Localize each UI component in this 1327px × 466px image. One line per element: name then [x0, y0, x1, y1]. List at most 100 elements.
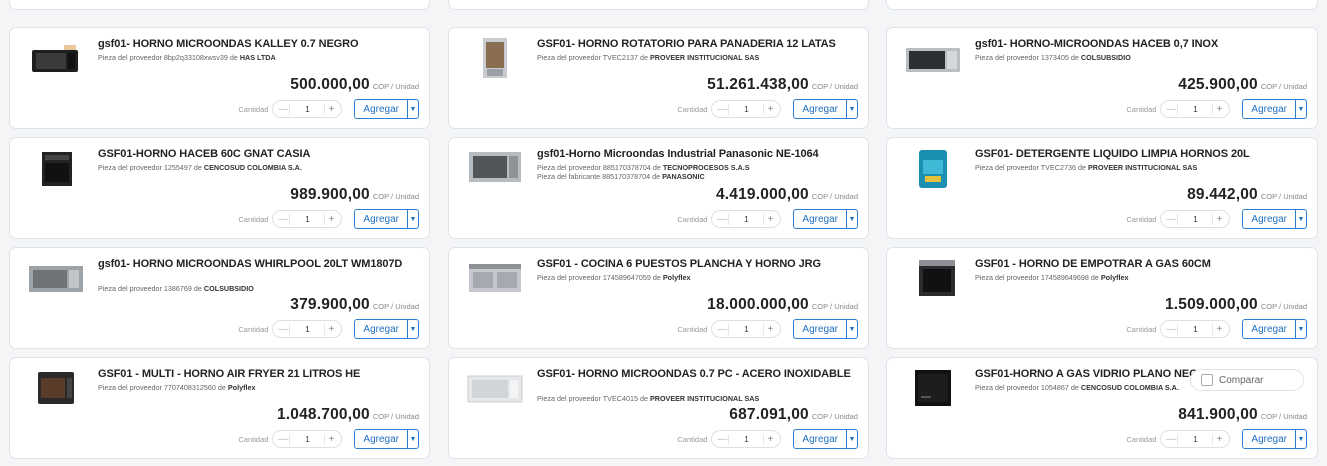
chevron-down-icon[interactable]: ▼ — [846, 210, 857, 228]
decrease-button[interactable]: — — [1165, 323, 1179, 335]
increase-button[interactable]: + — [763, 433, 776, 445]
increase-button[interactable]: + — [1212, 213, 1225, 225]
product-image[interactable] — [26, 36, 86, 80]
decrease-button[interactable]: — — [277, 103, 291, 115]
quantity-input[interactable]: 1 — [1193, 215, 1197, 224]
increase-button[interactable]: + — [763, 323, 776, 335]
decrease-button[interactable]: — — [716, 433, 730, 445]
chevron-down-icon[interactable]: ▼ — [407, 320, 418, 338]
product-image[interactable] — [903, 366, 963, 410]
product-image[interactable] — [26, 146, 86, 190]
chevron-down-icon[interactable]: ▼ — [1295, 210, 1306, 228]
decrease-button[interactable]: — — [716, 103, 730, 115]
quantity-input[interactable]: 1 — [744, 435, 748, 444]
supplier-part-text: Pieza del proveedor 1054867 de — [975, 383, 1081, 392]
quantity-input[interactable]: 1 — [305, 215, 309, 224]
decrease-button[interactable]: — — [277, 213, 291, 225]
add-to-cart-button[interactable]: Agregar ▼ — [1242, 319, 1307, 339]
increase-button[interactable]: + — [763, 213, 776, 225]
increase-button[interactable]: + — [1212, 103, 1225, 115]
chevron-down-icon[interactable]: ▼ — [407, 210, 418, 228]
supplier-name[interactable]: CENCOSUD COLOMBIA S.A. — [204, 163, 302, 172]
supplier-name[interactable]: PROVEER INSTITUCIONAL SAS — [650, 394, 759, 403]
increase-button[interactable]: + — [763, 103, 776, 115]
decrease-button[interactable]: — — [1165, 213, 1179, 225]
quantity-input[interactable]: 1 — [305, 325, 309, 334]
chevron-down-icon[interactable]: ▼ — [846, 320, 857, 338]
product-title[interactable]: GSF01 - MULTI - HORNO AIR FRYER 21 LITRO… — [98, 368, 419, 381]
chevron-down-icon[interactable]: ▼ — [407, 100, 418, 118]
product-title[interactable]: GSF01- DETERGENTE LIQUIDO LIMPIA HORNOS … — [975, 148, 1307, 161]
increase-button[interactable]: + — [324, 103, 337, 115]
product-title[interactable]: gsf01- HORNO-MICROONDAS HACEB 0,7 INOX — [975, 38, 1307, 51]
compare-checkbox[interactable] — [1201, 374, 1213, 386]
quantity-input[interactable]: 1 — [744, 325, 748, 334]
decrease-button[interactable]: — — [716, 323, 730, 335]
supplier-name[interactable]: Polyflex — [228, 383, 256, 392]
add-to-cart-button[interactable]: Agregar ▼ — [354, 429, 419, 449]
decrease-button[interactable]: — — [1165, 433, 1179, 445]
add-to-cart-button[interactable]: Agregar ▼ — [354, 319, 419, 339]
product-title[interactable]: GSF01- HORNO ROTATORIO PARA PANADERIA 12… — [537, 38, 858, 51]
add-to-cart-button[interactable]: Agregar ▼ — [1242, 99, 1307, 119]
add-to-cart-button[interactable]: Agregar ▼ — [1242, 429, 1307, 449]
supplier-name[interactable]: HAS LTDA — [240, 53, 276, 62]
chevron-down-icon[interactable]: ▼ — [1295, 430, 1306, 448]
product-image[interactable] — [465, 146, 525, 190]
chevron-down-icon[interactable]: ▼ — [846, 430, 857, 448]
supplier-name[interactable]: PROVEER INSTITUCIONAL SAS — [650, 53, 759, 62]
quantity-label: Cantidad — [677, 104, 708, 114]
add-to-cart-button[interactable]: Agregar ▼ — [1242, 209, 1307, 229]
product-title[interactable]: GSF01-HORNO HACEB 60C GNAT CASIA — [98, 148, 419, 161]
increase-button[interactable]: + — [1212, 433, 1225, 445]
decrease-button[interactable]: — — [277, 323, 291, 335]
add-to-cart-button[interactable]: Agregar ▼ — [354, 99, 419, 119]
add-to-cart-button[interactable]: Agregar ▼ — [354, 209, 419, 229]
decrease-button[interactable]: — — [716, 213, 730, 225]
increase-button[interactable]: + — [324, 213, 337, 225]
quantity-input[interactable]: 1 — [1193, 105, 1197, 114]
increase-button[interactable]: + — [324, 323, 337, 335]
chevron-down-icon[interactable]: ▼ — [1295, 320, 1306, 338]
quantity-input[interactable]: 1 — [1193, 435, 1197, 444]
add-to-cart-button[interactable]: Agregar ▼ — [793, 429, 858, 449]
supplier-name[interactable]: Polyflex — [1101, 273, 1129, 282]
quantity-input[interactable]: 1 — [744, 105, 748, 114]
product-image[interactable] — [903, 146, 963, 190]
chevron-down-icon[interactable]: ▼ — [1295, 100, 1306, 118]
quantity-input[interactable]: 1 — [305, 435, 309, 444]
product-image[interactable] — [465, 366, 525, 410]
decrease-button[interactable]: — — [277, 433, 291, 445]
add-to-cart-button[interactable]: Agregar ▼ — [793, 99, 858, 119]
supplier-name[interactable]: PROVEER INSTITUCIONAL SAS — [1088, 163, 1197, 172]
increase-button[interactable]: + — [324, 433, 337, 445]
compare-toggle[interactable]: Comparar — [1190, 369, 1304, 391]
supplier-name[interactable]: CENCOSUD COLOMBIA S.A. — [1081, 383, 1179, 392]
product-image[interactable] — [26, 366, 86, 410]
chevron-down-icon[interactable]: ▼ — [846, 100, 857, 118]
add-to-cart-button[interactable]: Agregar ▼ — [793, 319, 858, 339]
quantity-input[interactable]: 1 — [744, 215, 748, 224]
product-title[interactable]: GSF01 - HORNO DE EMPOTRAR A GAS 60CM — [975, 258, 1307, 271]
supplier-name[interactable]: TECNOPROCESOS S.A.S — [663, 163, 750, 172]
product-title[interactable]: gsf01- HORNO MICROONDAS KALLEY 0.7 NEGRO — [98, 38, 419, 51]
product-title[interactable]: GSF01 - COCINA 6 PUESTOS PLANCHA Y HORNO… — [537, 258, 858, 271]
product-image[interactable] — [465, 256, 525, 300]
chevron-down-icon[interactable]: ▼ — [407, 430, 418, 448]
manufacturer-name[interactable]: PANASONIC — [662, 172, 705, 181]
quantity-input[interactable]: 1 — [305, 105, 309, 114]
quantity-input[interactable]: 1 — [1193, 325, 1197, 334]
product-title[interactable]: gsf01- HORNO MICROONDAS WHIRLPOOL 20LT W… — [98, 258, 419, 271]
product-image[interactable] — [465, 36, 525, 80]
supplier-name[interactable]: Polyflex — [663, 273, 691, 282]
product-image[interactable] — [903, 36, 963, 80]
increase-button[interactable]: + — [1212, 323, 1225, 335]
product-title[interactable]: GSF01- HORNO MICROONDAS 0.7 PC - ACERO I… — [537, 368, 858, 381]
supplier-name[interactable]: COLSUBSIDIO — [204, 284, 254, 293]
supplier-name[interactable]: COLSUBSIDIO — [1081, 53, 1131, 62]
product-image[interactable] — [903, 256, 963, 300]
decrease-button[interactable]: — — [1165, 103, 1179, 115]
add-to-cart-button[interactable]: Agregar ▼ — [793, 209, 858, 229]
product-title[interactable]: gsf01-Horno Microondas Industrial Panaso… — [537, 148, 858, 161]
product-image[interactable] — [26, 256, 86, 300]
